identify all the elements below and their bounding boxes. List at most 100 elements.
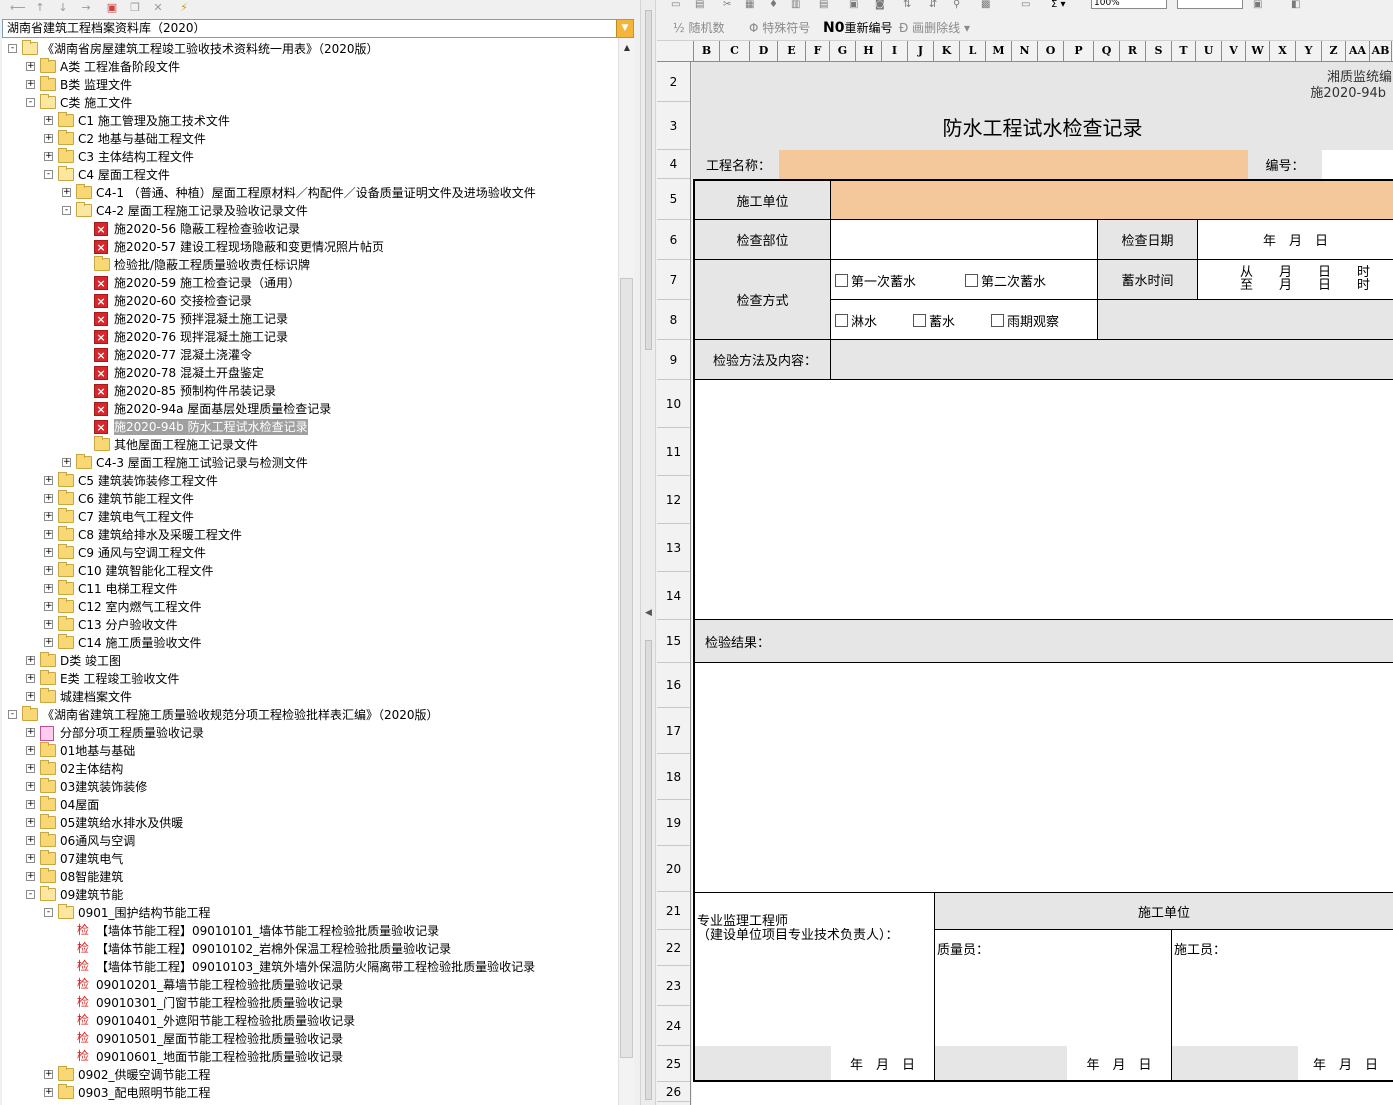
collapse-icon[interactable]: -: [8, 44, 17, 53]
column-header-cell[interactable]: B: [694, 41, 720, 61]
column-header-cell[interactable]: X: [1270, 41, 1296, 61]
column-header-cell[interactable]: K: [934, 41, 960, 61]
row-header-cell[interactable]: 8: [657, 300, 690, 340]
image-icon[interactable]: ▣: [849, 0, 858, 10]
copy-icon[interactable]: ❐: [128, 1, 142, 15]
tree-item[interactable]: +03建筑装饰装修: [2, 778, 618, 796]
worker-date[interactable]: 年 月 日: [1298, 1046, 1393, 1082]
column-header-cell[interactable]: Y: [1296, 41, 1322, 61]
fill-color-icon[interactable]: ◧: [1291, 0, 1300, 10]
tree-item[interactable]: × 施2020-60 交接检查记录: [2, 292, 618, 310]
tree-item[interactable]: + E类 工程竣工验收文件: [2, 670, 618, 688]
expand-icon[interactable]: +: [26, 674, 35, 683]
tree-item[interactable]: - C4 屋面工程文件: [2, 166, 618, 184]
tree-item[interactable]: × 施2020-85 预制构件吊装记录: [2, 382, 618, 400]
arrow-up-icon[interactable]: ↑: [33, 1, 47, 15]
expand-icon[interactable]: +: [44, 512, 53, 521]
expand-icon[interactable]: +: [44, 566, 53, 575]
expand-icon[interactable]: +: [44, 548, 53, 557]
column-header-cell[interactable]: W: [1246, 41, 1270, 61]
tree-item[interactable]: + C2 地基与基础工程文件: [2, 130, 618, 148]
supervisor-sign-area[interactable]: [693, 966, 935, 1046]
tree-item[interactable]: +05建筑给水排水及供暖: [2, 814, 618, 832]
tree-item[interactable]: +01地基与基础: [2, 742, 618, 760]
row-header-cell[interactable]: 3: [657, 102, 690, 150]
collapse-icon[interactable]: -: [62, 206, 71, 215]
tree-item[interactable]: - C类 施工文件: [2, 94, 618, 112]
tree-item[interactable]: 检 09010501_屋面节能工程检验批质量验收记录: [2, 1030, 618, 1048]
chart-icon[interactable]: ▩: [981, 0, 990, 10]
column-header-cell[interactable]: G: [830, 41, 856, 61]
row-header-cell[interactable]: 13: [657, 524, 690, 572]
chevron-down-icon[interactable]: ▾: [964, 21, 970, 35]
column-header-cell[interactable]: C: [720, 41, 750, 61]
supervisor-date[interactable]: 年 月 日: [831, 1046, 935, 1082]
tree-item[interactable]: 检【墙体节能工程】09010101_墙体节能工程检验批质量验收记录: [2, 922, 618, 940]
text-color-icon[interactable]: ▣: [1253, 0, 1262, 10]
rain-observe-checkbox[interactable]: 雨期观察: [991, 311, 1059, 330]
row-header-cell[interactable]: 25: [657, 1046, 690, 1082]
link-icon[interactable]: ⚲: [953, 0, 960, 10]
expand-icon[interactable]: +: [44, 620, 53, 629]
tree-item[interactable]: +04屋面: [2, 796, 618, 814]
tree-item[interactable]: + D类 竣工图: [2, 652, 618, 670]
tree-item[interactable]: + 城建档案文件: [2, 688, 618, 706]
tree-item[interactable]: + C9 通风与空调工程文件: [2, 544, 618, 562]
tree-item[interactable]: + C13 分户验收文件: [2, 616, 618, 634]
row-header-cell[interactable]: 5: [657, 179, 690, 220]
column-header-cell[interactable]: R: [1120, 41, 1146, 61]
expand-icon[interactable]: +: [26, 818, 35, 827]
collapse-icon[interactable]: -: [44, 908, 53, 917]
column-header-cell[interactable]: AA: [1346, 41, 1370, 61]
row-header-cell[interactable]: 2: [657, 62, 690, 102]
row-header-cell[interactable]: 7: [657, 260, 690, 300]
expand-icon[interactable]: +: [62, 188, 71, 197]
fill-icon[interactable]: ♦: [769, 0, 778, 10]
sum-icon[interactable]: Σ ▾: [1051, 0, 1066, 10]
tree-scrollbar[interactable]: ▲: [618, 38, 634, 1105]
cut-icon[interactable]: ✂: [723, 0, 731, 10]
row-header-cell[interactable]: 23: [657, 966, 690, 1006]
tree-item[interactable]: + C4-1 （普通、种植）屋面工程原材料／构配件／设备质量证明文件及进场验收文件: [2, 184, 618, 202]
expand-icon[interactable]: +: [44, 1070, 53, 1079]
column-header-cell[interactable]: AB: [1370, 41, 1392, 61]
pane-splitter[interactable]: ◀: [640, 0, 656, 1105]
column-header-cell[interactable]: H: [856, 41, 882, 61]
expand-icon[interactable]: +: [26, 746, 35, 755]
library-select[interactable]: 湖南省建筑工程档案资料库（2020） ▼: [2, 19, 634, 38]
tree-item[interactable]: + C10 建筑智能化工程文件: [2, 562, 618, 580]
column-header-cell[interactable]: S: [1146, 41, 1172, 61]
arrow-down-icon[interactable]: ↓: [56, 1, 70, 15]
tree-item[interactable]: +06通风与空调: [2, 832, 618, 850]
tree-item[interactable]: - 0901_围护结构节能工程: [2, 904, 618, 922]
tree-item[interactable]: 检 09010601_地面节能工程检验批质量验收记录: [2, 1048, 618, 1066]
column-header-cell[interactable]: M: [986, 41, 1012, 61]
column-header-cell[interactable]: I: [882, 41, 908, 61]
tree-item[interactable]: - 《湖南省房屋建筑工程竣工验收技术资料统一用表》（2020版）: [2, 40, 618, 58]
strikethrough-button[interactable]: Ð 画删除线 ▾: [899, 20, 970, 36]
expand-icon[interactable]: +: [26, 692, 35, 701]
expand-icon[interactable]: +: [44, 476, 53, 485]
scrollbar-thumb[interactable]: [620, 278, 633, 1058]
column-header-cell[interactable]: P: [1064, 41, 1094, 61]
row-header-cell[interactable]: 24: [657, 1006, 690, 1046]
tree-item[interactable]: 检 09010201_幕墙节能工程检验批质量验收记录: [2, 976, 618, 994]
quality-date[interactable]: 年 月 日: [1067, 1046, 1172, 1082]
tree-item[interactable]: + C12 室内燃气工程文件: [2, 598, 618, 616]
tree-item[interactable]: + B类 监理文件: [2, 76, 618, 94]
tree-item[interactable]: - C4-2 屋面工程施工记录及验收记录文件: [2, 202, 618, 220]
row-header-cell[interactable]: 12: [657, 476, 690, 524]
tree-item[interactable]: +0903_配电照明节能工程: [2, 1084, 618, 1102]
tree-item[interactable]: + C1 施工管理及施工技术文件: [2, 112, 618, 130]
row-header-cell[interactable]: 21: [657, 892, 690, 930]
column-header-cell[interactable]: E: [778, 41, 806, 61]
second-storage-checkbox[interactable]: 第二次蓄水: [965, 271, 1046, 290]
tree-item[interactable]: 检 09010301_门窗节能工程检验批质量验收记录: [2, 994, 618, 1012]
project-name-field[interactable]: [779, 150, 1248, 179]
insert-row-icon[interactable]: ▤: [819, 0, 828, 10]
new-doc-icon[interactable]: ▣: [105, 1, 119, 15]
row-header-cell[interactable]: 18: [657, 754, 690, 800]
column-header-cell[interactable]: N: [1012, 41, 1038, 61]
renumber-button[interactable]: N0重新编号: [823, 20, 892, 36]
storage-checkbox[interactable]: 蓄水: [913, 311, 955, 330]
